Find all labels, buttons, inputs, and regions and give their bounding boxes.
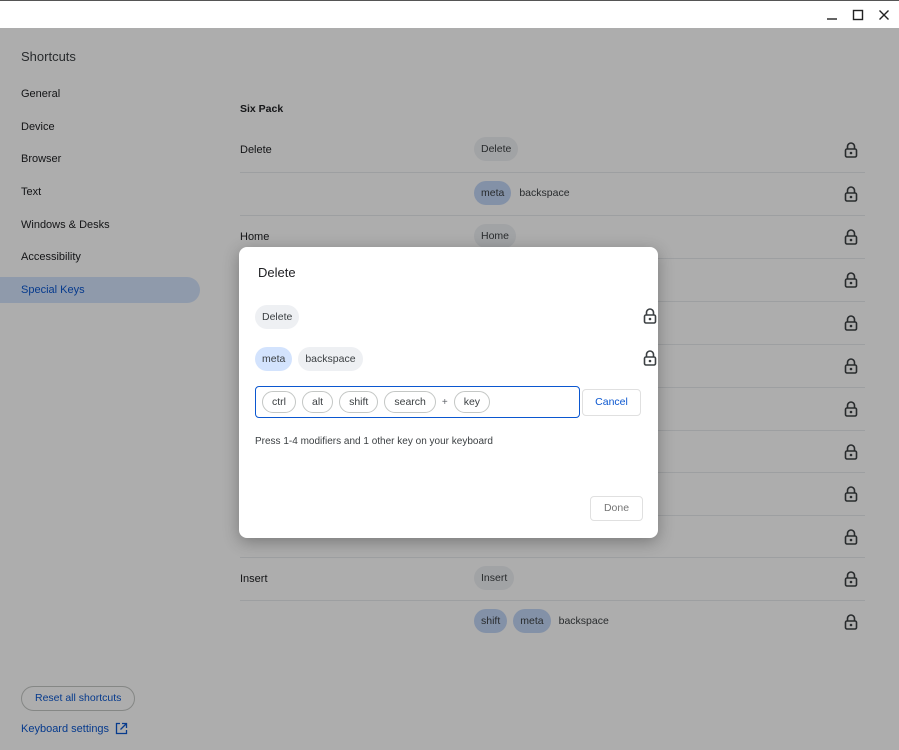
- window-titlebar: [0, 0, 899, 28]
- maximize-icon[interactable]: [848, 6, 868, 26]
- key-placeholder-chip: key: [453, 391, 491, 413]
- modifier-chip-alt: alt: [302, 391, 334, 413]
- input-hint: Press 1-4 modifiers and 1 other key on y…: [255, 436, 493, 447]
- dialog-title: Delete: [258, 265, 296, 280]
- minimize-icon[interactable]: [822, 6, 842, 26]
- done-button[interactable]: Done: [590, 496, 643, 521]
- dialog-accelerator-row: meta backspace: [255, 346, 657, 372]
- edit-shortcut-dialog: Delete Delete meta backspace ctrl alt sh…: [239, 247, 658, 538]
- cancel-button[interactable]: Cancel: [582, 389, 641, 416]
- modifier-chip-search: search: [384, 391, 436, 413]
- lock-icon: [643, 308, 657, 329]
- modifier-chip-ctrl: ctrl: [262, 391, 296, 413]
- modifier-chip-shift: shift: [339, 391, 379, 413]
- close-icon[interactable]: [874, 6, 894, 26]
- lock-icon: [643, 350, 657, 371]
- key-chip: Delete: [255, 305, 300, 329]
- shortcut-input-editor[interactable]: ctrl alt shift search + key: [255, 386, 580, 418]
- plus-separator: +: [441, 396, 448, 408]
- key-chip: backspace: [298, 347, 363, 371]
- key-chip: meta: [255, 347, 293, 371]
- dialog-accelerator-row: Delete: [255, 304, 657, 330]
